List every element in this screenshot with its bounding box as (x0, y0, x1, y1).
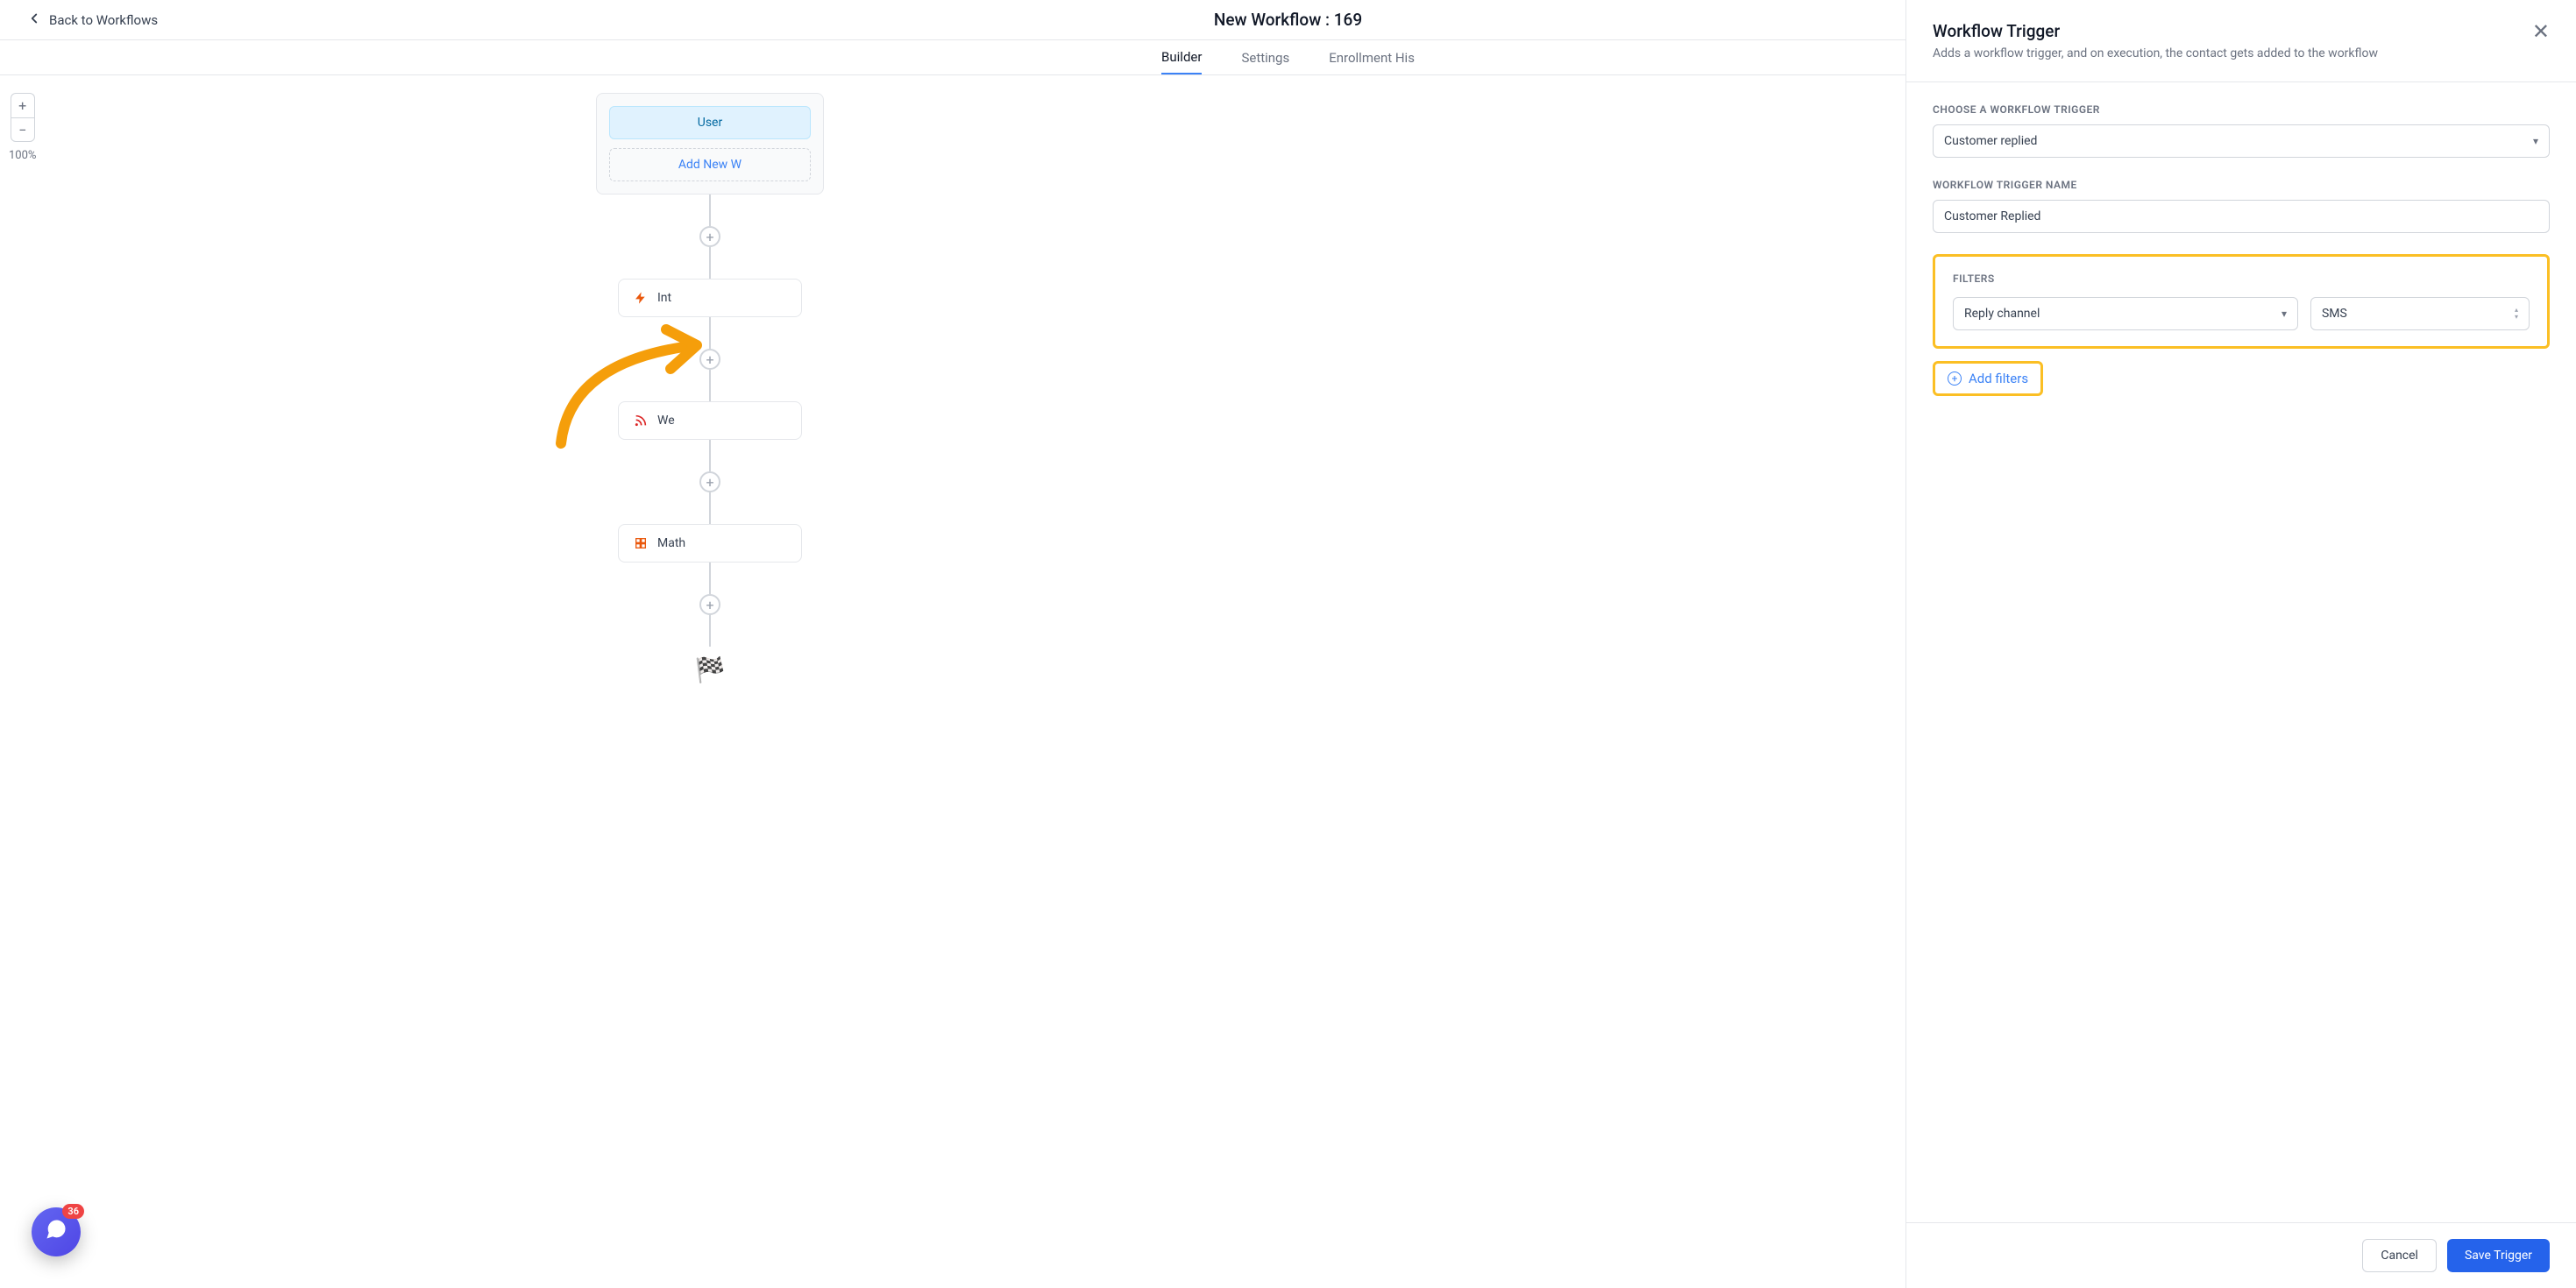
connector-line (709, 492, 711, 524)
close-panel-button[interactable]: ✕ (2532, 21, 2550, 42)
filter-field-select[interactable]: Reply channel ▾ (1953, 297, 2298, 330)
chevron-down-icon: ▾ (2281, 308, 2287, 320)
trigger-choose-label: CHOOSE A WORKFLOW TRIGGER (1933, 103, 2550, 116)
panel-title: Workflow Trigger (1933, 21, 2378, 41)
plus-circle-icon: + (1948, 372, 1962, 386)
select-value: SMS (2322, 307, 2347, 321)
tab-builder[interactable]: Builder (1161, 40, 1202, 74)
trigger-name-label: WORKFLOW TRIGGER NAME (1933, 179, 2550, 191)
add-filters-label: Add filters (1969, 371, 2028, 386)
math-icon (633, 535, 649, 551)
sort-icon: ▴▾ (2515, 307, 2518, 321)
trigger-pill[interactable]: User (609, 106, 811, 139)
filters-label: FILTERS (1953, 272, 2530, 285)
chevron-down-icon: ▾ (2533, 135, 2538, 147)
select-value: Customer replied (1944, 134, 2037, 148)
trigger-box[interactable]: User Add New W (596, 93, 824, 195)
trigger-choose-block: CHOOSE A WORKFLOW TRIGGER Customer repli… (1933, 103, 2550, 158)
node-label: Int (657, 291, 671, 305)
workflow-title: New Workflow : 169 (1214, 10, 1362, 30)
trigger-type-select[interactable]: Customer replied ▾ (1933, 124, 2550, 158)
trigger-name-input[interactable] (1933, 200, 2550, 233)
add-node-button[interactable]: + (699, 594, 720, 615)
filter-value-select[interactable]: SMS ▴▾ (2310, 297, 2530, 330)
filter-row: Reply channel ▾ SMS ▴▾ (1953, 297, 2530, 330)
panel-subtitle: Adds a workflow trigger, and on executio… (1933, 46, 2378, 60)
back-link-label: Back to Workflows (49, 12, 158, 28)
connector-line (709, 615, 711, 647)
add-node-button[interactable]: + (699, 226, 720, 247)
back-to-workflows-link[interactable]: Back to Workflows (26, 11, 158, 30)
chat-widget-button[interactable]: 36 (32, 1207, 81, 1256)
chat-badge: 36 (62, 1204, 84, 1219)
zoom-out-button[interactable]: − (11, 117, 35, 142)
add-node-button[interactable]: + (699, 471, 720, 492)
zoom-controls: + − 100% (9, 93, 36, 162)
select-value: Reply channel (1964, 307, 2040, 321)
workflow-trigger-panel: Workflow Trigger Adds a workflow trigger… (1905, 0, 2576, 1288)
panel-body: CHOOSE A WORKFLOW TRIGGER Customer repli… (1906, 82, 2576, 1222)
workflow-node-card[interactable]: Int (618, 279, 802, 317)
close-icon: ✕ (2532, 19, 2550, 44)
tab-settings[interactable]: Settings (1241, 40, 1289, 74)
panel-footer: Cancel Save Trigger (1906, 1222, 2576, 1288)
zoom-percent-label: 100% (9, 149, 36, 162)
zoom-in-button[interactable]: + (11, 93, 35, 117)
connector-line (709, 195, 711, 226)
panel-header: Workflow Trigger Adds a workflow trigger… (1906, 0, 2576, 82)
chat-icon (44, 1217, 68, 1248)
chevron-left-icon (26, 11, 42, 30)
filters-section: FILTERS Reply channel ▾ SMS ▴▾ (1933, 254, 2550, 349)
connector-line (709, 563, 711, 594)
connector-line (709, 247, 711, 279)
save-trigger-button[interactable]: Save Trigger (2447, 1239, 2550, 1272)
bolt-icon (633, 290, 649, 306)
finish-flag-icon: 🏁 (695, 655, 726, 684)
workflow-node-card[interactable]: Math (618, 524, 802, 563)
add-filters-button[interactable]: + Add filters (1933, 361, 2043, 396)
node-label: Math (657, 536, 685, 550)
annotation-arrow-icon (543, 321, 719, 461)
add-new-trigger-link[interactable]: Add New W (609, 148, 811, 181)
cancel-button[interactable]: Cancel (2362, 1239, 2437, 1272)
trigger-name-block: WORKFLOW TRIGGER NAME (1933, 179, 2550, 233)
tab-enrollment-history[interactable]: Enrollment His (1329, 40, 1415, 74)
